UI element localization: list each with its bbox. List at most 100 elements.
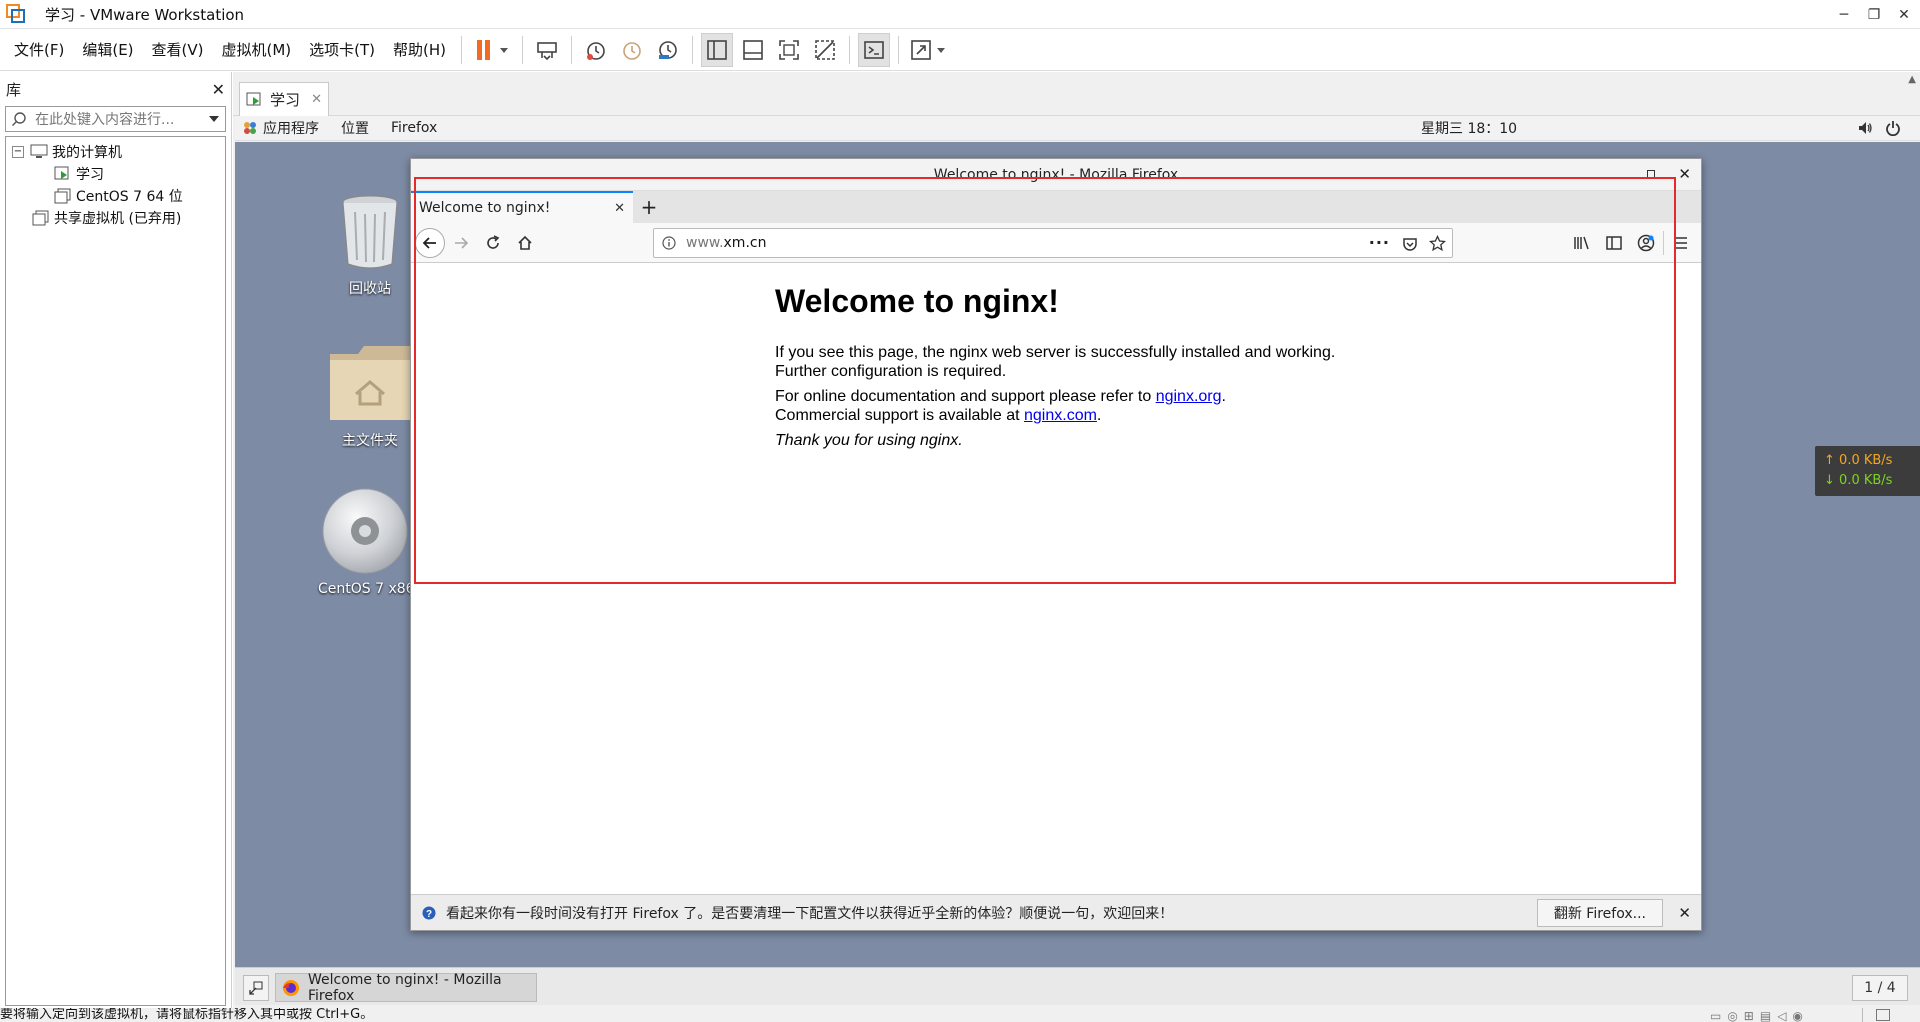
stretch-guest-icon[interactable] (907, 33, 951, 67)
pause-button[interactable] (470, 33, 514, 67)
menu-file[interactable]: 文件(F) (5, 29, 73, 71)
docs-text: For online documentation and support ple… (775, 388, 1156, 405)
revert-snapshot-icon[interactable] (616, 33, 648, 67)
forward-icon[interactable] (453, 235, 469, 251)
toolbar-separator (522, 35, 524, 64)
nginx-org-link[interactable]: nginx.org (1156, 388, 1222, 405)
library-title: 库 (6, 80, 22, 99)
unity-icon[interactable] (809, 33, 841, 67)
close-window-icon[interactable]: ✕ (1678, 165, 1691, 183)
download-arrow-icon: ↓ (1824, 473, 1835, 488)
svg-text:?: ? (426, 909, 432, 920)
library-icon[interactable] (1573, 235, 1591, 251)
tree-label: 学习 (76, 167, 104, 183)
tab-scroll-arrow-icon[interactable]: ▲ (1908, 74, 1916, 85)
nginx-com-link[interactable]: nginx.com (1024, 407, 1097, 424)
search-icon (11, 111, 27, 127)
status-bar: 要将输入定向到该虚拟机，请将鼠标指针移入其中或按 Ctrl+G。 ▭◎⊞▤◁◉ (0, 1008, 1920, 1022)
pocket-icon[interactable] (1402, 236, 1418, 252)
collapse-icon[interactable]: − (12, 146, 24, 158)
menu-vm[interactable]: 虚拟机(M) (213, 29, 301, 71)
snapshot-manager-icon[interactable] (652, 33, 684, 67)
upload-arrow-icon: ↑ (1824, 453, 1835, 468)
close-icon[interactable]: ✕ (1889, 0, 1919, 29)
url-bar[interactable]: www. xm.cn ··· (653, 228, 1453, 258)
tree-item-vm-study[interactable]: 学习 (6, 163, 225, 185)
period: . (1221, 388, 1226, 405)
home-icon[interactable] (517, 235, 533, 251)
toolbar-separator (461, 35, 463, 64)
close-tab-icon[interactable]: ✕ (311, 92, 322, 107)
snapshot-icon[interactable] (580, 33, 612, 67)
taskbar-item-firefox[interactable]: Welcome to nginx! - Mozilla Firefox (275, 971, 537, 1004)
menu-bar: 文件(F) 编辑(E) 查看(V) 虚拟机(M) 选项卡(T) 帮助(H) (0, 29, 1920, 71)
back-icon[interactable] (415, 228, 445, 258)
page-paragraph-line: If you see this page, the nginx web serv… (775, 344, 1336, 361)
vm-tab-study[interactable]: 学习 ✕ (239, 82, 329, 116)
close-tab-icon[interactable]: ✕ (614, 201, 625, 216)
network-speed-widget: ↑ 0.0 KB/s ↓ 0.0 KB/s (1815, 446, 1920, 496)
desktop-label: CentOS 7 x86_ (318, 581, 422, 597)
taskbar-item-label: Welcome to nginx! - Mozilla Firefox (308, 971, 502, 1004)
thumbnail-bar-icon[interactable] (737, 33, 769, 67)
notification-text: 看起来你有一段时间没有打开 Firefox 了。是否要清理一下配置文件以获得近乎… (446, 905, 1174, 922)
gnome-clock[interactable]: 星期三 18：10 (1421, 118, 1517, 138)
hamburger-menu-icon[interactable] (1673, 235, 1689, 251)
tree-label: 共享虚拟机 (已弃用) (54, 211, 182, 227)
show-desktop-icon[interactable] (243, 975, 269, 1001)
account-icon[interactable] (1637, 234, 1655, 252)
gnome-top-bar: 应用程序 位置 Firefox 星期三 18：10 (235, 116, 1920, 141)
message-icon[interactable] (1876, 1009, 1890, 1021)
sidebar-icon[interactable] (1605, 235, 1623, 251)
menu-view[interactable]: 查看(V) (143, 29, 213, 71)
download-value: 0.0 KB/s (1839, 473, 1893, 488)
search-placeholder: 在此处键入内容进行... (35, 112, 175, 128)
bookmark-star-icon[interactable] (1429, 235, 1446, 252)
new-tab-icon[interactable]: + (633, 191, 665, 223)
minimize-icon[interactable]: ─ (1829, 0, 1859, 29)
page-paragraph-docs: For online documentation and support ple… (775, 387, 1226, 406)
window-title: 学习 - VMware Workstation (45, 5, 245, 24)
desktop-item-disc[interactable]: CentOS 7 x86_ (310, 487, 422, 597)
show-library-icon[interactable] (701, 32, 734, 67)
firefox-navbar: www. xm.cn ··· (411, 223, 1701, 263)
page-paragraph-line: Further configuration is required. (775, 363, 1007, 380)
library-panel: 库 ✕ 在此处键入内容进行... − 我的计算机 学习 CentOS 7 64 … (0, 72, 232, 1008)
firefox-tab-nginx[interactable]: Welcome to nginx! ✕ (411, 191, 633, 223)
console-view-icon[interactable] (858, 32, 891, 67)
close-notification-icon[interactable]: ✕ (1678, 904, 1691, 922)
maximize-icon[interactable] (1647, 170, 1655, 178)
search-dropdown-icon[interactable] (208, 115, 220, 123)
full-screen-icon[interactable] (773, 33, 805, 67)
gnome-menu-apps[interactable]: 应用程序 (263, 118, 319, 138)
workspace-indicator[interactable]: 1 / 4 (1852, 975, 1908, 1001)
refresh-firefox-button[interactable]: 翻新 Firefox... (1536, 899, 1663, 927)
gnome-menu-firefox[interactable]: Firefox (391, 120, 437, 136)
reload-icon[interactable] (485, 235, 501, 251)
page-heading: Welcome to nginx! (775, 283, 1059, 319)
send-ctrl-alt-del-icon[interactable] (531, 33, 563, 67)
volume-icon[interactable] (1857, 120, 1873, 136)
power-icon[interactable] (1885, 120, 1901, 136)
menu-help[interactable]: 帮助(H) (384, 29, 455, 71)
menu-tabs[interactable]: 选项卡(T) (300, 29, 384, 71)
tree-item-my-computer[interactable]: − 我的计算机 (6, 141, 225, 163)
vm-icon (54, 188, 72, 204)
gnome-menu-places[interactable]: 位置 (341, 118, 369, 138)
gnome-bottom-bar: Welcome to nginx! - Mozilla Firefox 1 / … (235, 967, 1920, 1005)
library-search-input[interactable]: 在此处键入内容进行... (5, 106, 226, 132)
help-icon: ? (422, 906, 436, 920)
info-icon[interactable] (662, 236, 676, 250)
restore-icon[interactable]: ❐ (1859, 0, 1889, 29)
close-library-icon[interactable]: ✕ (212, 80, 225, 99)
menu-edit[interactable]: 编辑(E) (73, 29, 142, 71)
page-actions-icon[interactable]: ··· (1369, 233, 1390, 252)
firefox-tab-strip: Welcome to nginx! ✕ + (411, 191, 1701, 223)
upload-value: 0.0 KB/s (1839, 453, 1893, 468)
desktop-item-home[interactable]: 主文件夹 (320, 342, 420, 450)
shared-vm-icon (32, 210, 50, 226)
desktop-item-trash[interactable]: 回收站 (320, 194, 420, 298)
period: . (1096, 407, 1102, 424)
tree-item-vm-centos[interactable]: CentOS 7 64 位 (6, 185, 225, 207)
tree-item-shared-vms[interactable]: 共享虚拟机 (已弃用) (6, 207, 225, 229)
